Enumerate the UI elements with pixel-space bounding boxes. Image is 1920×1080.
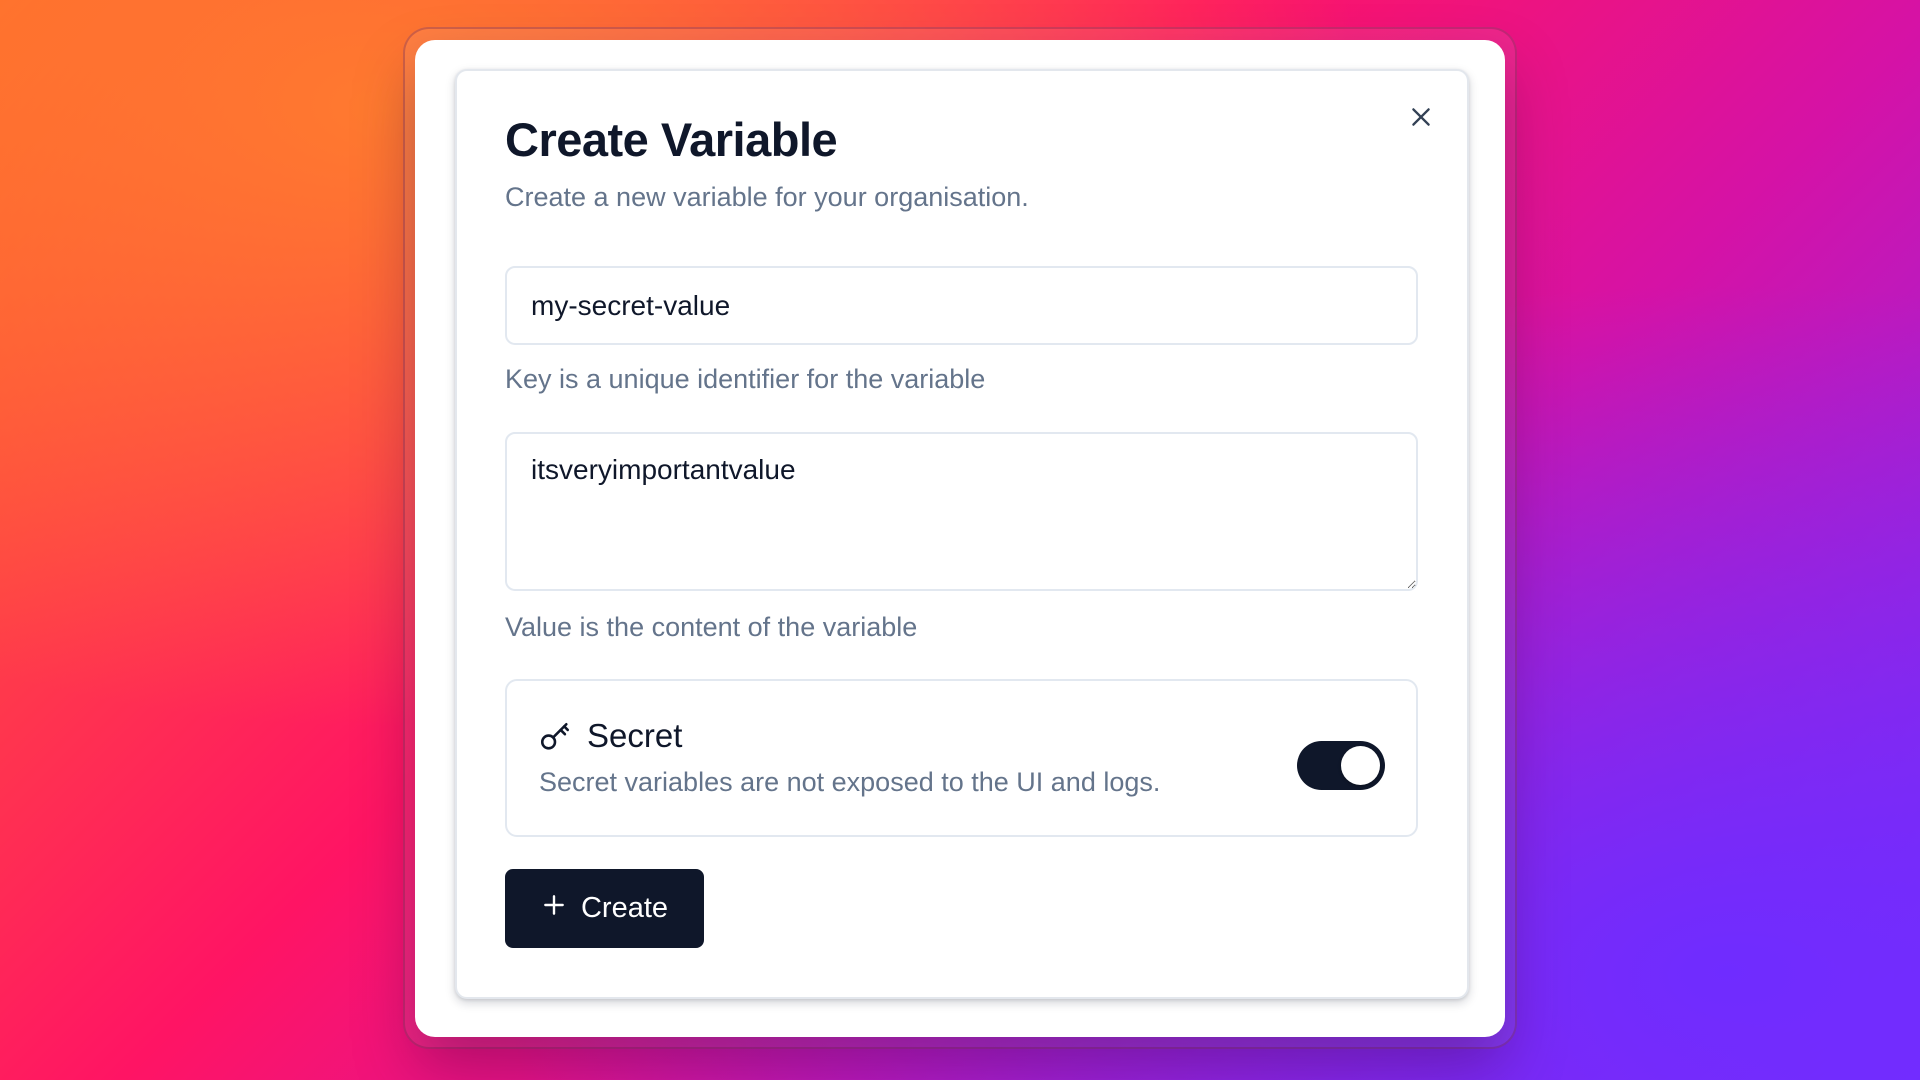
- secret-toggle-card: [505, 679, 1418, 837]
- x-icon: [1408, 104, 1434, 135]
- toggle-knob: [1341, 746, 1380, 785]
- dialog-title: Create Variable: [505, 113, 838, 166]
- secret-toggle-switch[interactable]: [1297, 741, 1385, 790]
- value-textarea[interactable]: itsveryimportantvalue: [505, 432, 1418, 591]
- key-input[interactable]: [505, 266, 1418, 345]
- value-hint: Value is the content of the variable: [505, 612, 918, 642]
- plus-icon: [541, 892, 567, 926]
- key-icon: [538, 720, 572, 754]
- key-hint: Key is a unique identifier for the varia…: [505, 364, 986, 394]
- close-button[interactable]: [1400, 98, 1442, 140]
- create-button[interactable]: Create: [505, 869, 704, 948]
- secret-title: Secret: [587, 717, 683, 754]
- dialog-subtitle: Create a new variable for your organisat…: [505, 182, 1029, 212]
- create-button-label: Create: [580, 892, 669, 924]
- secret-description: Secret variables are not exposed to the …: [539, 767, 1161, 797]
